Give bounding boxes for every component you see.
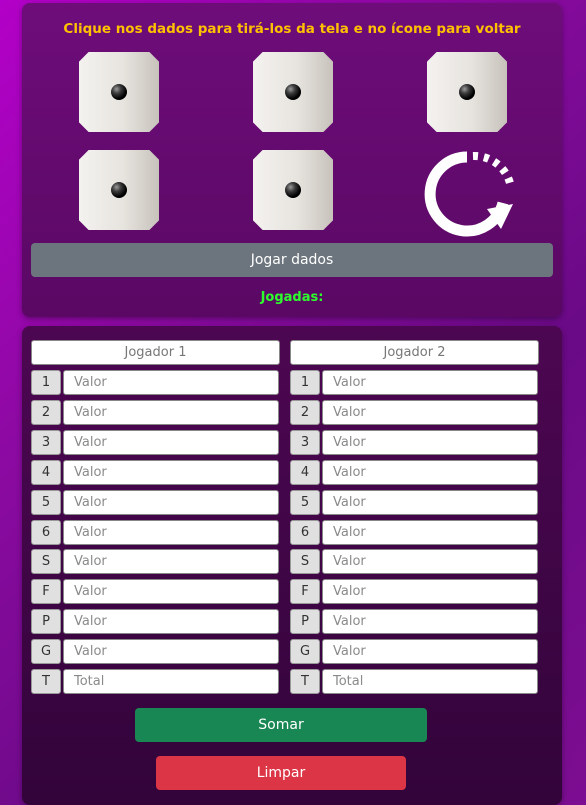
player-1-name-field[interactable]: Jogador 1	[31, 340, 280, 365]
score-value-input[interactable]: Total	[63, 669, 279, 694]
row-category-label: P	[290, 609, 320, 634]
score-value-input[interactable]: Valor	[322, 549, 538, 574]
score-value-input[interactable]: Valor	[63, 460, 279, 485]
score-value-input[interactable]: Valor	[322, 430, 538, 455]
die-pip-icon	[459, 84, 475, 100]
die-pip-icon	[111, 84, 127, 100]
score-value-input[interactable]: Valor	[322, 639, 538, 664]
scoreboard-panel: Jogador 1 Jogador 2 1 Valor 2 Valor 3 Valor 4 V…	[22, 326, 562, 805]
score-row: 1 Valor	[31, 370, 280, 395]
row-category-label: G	[290, 639, 320, 664]
score-value-input[interactable]: Valor	[63, 520, 279, 545]
score-value-input[interactable]: Valor	[63, 549, 279, 574]
row-category-label: S	[31, 549, 61, 574]
score-value-input[interactable]: Valor	[322, 579, 538, 604]
row-category-label: 6	[31, 520, 61, 545]
score-row: 3 Valor	[290, 430, 539, 455]
instruction-text: Clique nos dados para tirá-los da tela e…	[63, 21, 521, 37]
score-row: 3 Valor	[31, 430, 280, 455]
die-pip-icon	[285, 84, 301, 100]
row-category-label: F	[290, 579, 320, 604]
score-row: 5 Valor	[31, 490, 280, 515]
score-value-input[interactable]: Valor	[322, 520, 538, 545]
row-category-label: 3	[31, 430, 61, 455]
score-row: S Valor	[290, 549, 539, 574]
row-category-label: 1	[290, 370, 320, 395]
score-row: 4 Valor	[31, 460, 280, 485]
score-row: 2 Valor	[31, 400, 280, 425]
die-pip-icon	[111, 182, 127, 198]
row-category-label: 6	[290, 520, 320, 545]
score-row: 1 Valor	[290, 370, 539, 395]
score-value-input[interactable]: Valor	[63, 609, 279, 634]
score-value-input[interactable]: Total	[322, 669, 538, 694]
score-row: 4 Valor	[290, 460, 539, 485]
row-category-label: S	[290, 549, 320, 574]
roll-dice-button[interactable]: Jogar dados	[31, 243, 553, 277]
player-2-name-field[interactable]: Jogador 2	[290, 340, 539, 365]
score-row: 2 Valor	[290, 400, 539, 425]
score-value-input[interactable]: Valor	[322, 370, 538, 395]
row-category-label: P	[31, 609, 61, 634]
score-value-input[interactable]: Valor	[322, 460, 538, 485]
die-3[interactable]	[427, 52, 507, 132]
row-category-label: F	[31, 579, 61, 604]
score-value-input[interactable]: Valor	[322, 490, 538, 515]
score-value-input[interactable]: Valor	[63, 490, 279, 515]
row-category-label: 2	[290, 400, 320, 425]
sum-button[interactable]: Somar	[135, 708, 427, 742]
row-category-label: 2	[31, 400, 61, 425]
row-category-label: T	[31, 669, 61, 694]
score-row: 5 Valor	[290, 490, 539, 515]
score-row: 6 Valor	[31, 520, 280, 545]
score-row: P Valor	[290, 609, 539, 634]
score-value-input[interactable]: Valor	[63, 639, 279, 664]
score-row: F Valor	[290, 579, 539, 604]
score-value-input[interactable]: Valor	[63, 430, 279, 455]
score-row: 6 Valor	[290, 520, 539, 545]
score-row: T Total	[290, 669, 539, 694]
row-category-label: 4	[290, 460, 320, 485]
row-category-label: 1	[31, 370, 61, 395]
row-category-label: 3	[290, 430, 320, 455]
score-row: S Valor	[31, 549, 280, 574]
score-value-input[interactable]: Valor	[63, 579, 279, 604]
score-value-input[interactable]: Valor	[322, 609, 538, 634]
score-value-input[interactable]: Valor	[63, 400, 279, 425]
clear-button[interactable]: Limpar	[156, 756, 406, 790]
score-row: G Valor	[31, 639, 280, 664]
die-5[interactable]	[253, 150, 333, 230]
die-1[interactable]	[79, 52, 159, 132]
row-category-label: G	[31, 639, 61, 664]
dice-panel: Clique nos dados para tirá-los da tela e…	[22, 3, 562, 317]
plays-label: Jogadas:	[260, 290, 324, 305]
die-4[interactable]	[79, 150, 159, 230]
rotate-clockwise-icon[interactable]	[415, 143, 515, 243]
die-2[interactable]	[253, 52, 333, 132]
score-value-input[interactable]: Valor	[322, 400, 538, 425]
row-category-label: T	[290, 669, 320, 694]
row-category-label: 5	[31, 490, 61, 515]
score-value-input[interactable]: Valor	[63, 370, 279, 395]
score-row: G Valor	[290, 639, 539, 664]
score-row: T Total	[31, 669, 280, 694]
score-row: F Valor	[31, 579, 280, 604]
row-category-label: 4	[31, 460, 61, 485]
score-row: P Valor	[31, 609, 280, 634]
row-category-label: 5	[290, 490, 320, 515]
die-pip-icon	[285, 182, 301, 198]
